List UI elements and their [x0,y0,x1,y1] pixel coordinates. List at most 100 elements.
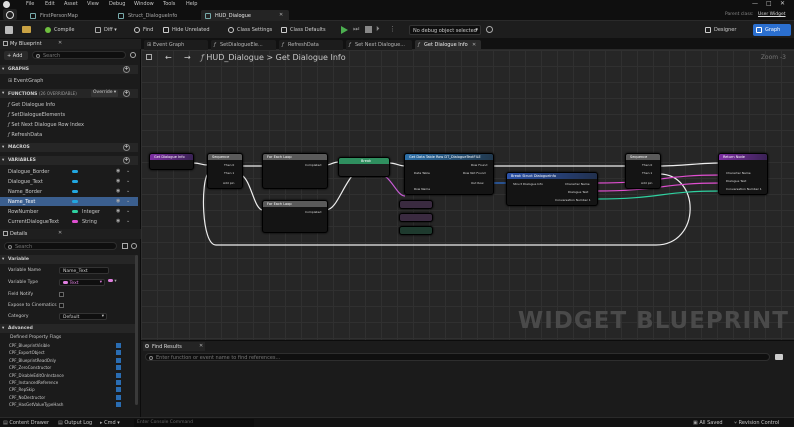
close-panel-icon[interactable]: ✕ [58,230,62,236]
stop-icon[interactable] [365,26,372,33]
node-break-struct[interactable]: Break Struct DialogueInfo Struct Dialogu… [506,172,598,206]
pin-then-0[interactable]: Then 0 [642,163,652,167]
pin-completed[interactable]: Completed [305,210,321,214]
chevron-down-icon[interactable]: ⌄ [126,188,130,194]
property-flag-checkbox[interactable] [116,357,121,363]
visibility-eye-icon[interactable]: ◉ [116,168,120,174]
more-options-icon[interactable]: ⋮ [389,25,396,33]
visibility-eye-icon[interactable]: ◉ [116,188,120,194]
pin-conversation-number[interactable]: Conversation Number 1 [726,187,762,191]
graph-item-eventgraph[interactable]: ⊞ EventGraph [0,76,138,85]
node-return[interactable]: Return Node Character Name Dialogue Text… [718,153,768,195]
add-function-icon[interactable]: + [123,90,130,97]
add-button[interactable]: + Add [4,51,28,60]
cmd-dropdown[interactable]: ▸ Cmd ▾ [100,420,120,426]
save-icon[interactable] [5,26,13,34]
visibility-eye-icon[interactable]: ◉ [116,198,120,204]
graph-tab-get-dialogue-info[interactable]: ƒ Get Dialogue Info ✕ [415,40,481,50]
visibility-eye-icon[interactable]: ◉ [116,218,120,224]
output-log-button[interactable]: ▤ Output Log [58,420,92,426]
chevron-down-icon[interactable]: ⌄ [126,178,130,184]
property-flag-checkbox[interactable] [116,350,121,356]
pin-out-row[interactable]: Out Row [471,181,484,185]
graph-tab-refresh-data[interactable]: ƒ RefreshData [279,40,343,50]
minimize-icon[interactable]: — [752,0,758,7]
override-dropdown[interactable]: Override ▾ [91,90,119,97]
close-window-icon[interactable]: ✕ [780,0,785,7]
resume-icon[interactable]: ⏵ [376,25,380,34]
field-notify-checkbox[interactable] [59,292,64,297]
chevron-down-icon[interactable]: ⌄ [126,168,130,174]
property-flag-checkbox[interactable] [116,343,121,348]
pin-add[interactable]: Add pin [223,181,234,185]
property-flag-checkbox[interactable] [116,365,121,371]
node-sequence[interactable]: Sequence Then 0 Then 1 Add pin [207,153,243,189]
graph-tab-set-dialogue-elements[interactable]: ƒ SetDialogueEle... [211,40,276,50]
function-item-set-dialogue-elements[interactable]: ƒ SetDialogueElements [0,110,138,119]
property-flag-checkbox[interactable] [116,380,121,385]
class-settings-button[interactable]: Class Settings [227,24,272,36]
node-break[interactable]: Break [338,157,390,177]
settings-gear-icon[interactable] [130,52,136,58]
chevron-down-icon[interactable]: ⌄ [126,218,130,224]
find-button[interactable]: Find [133,24,153,36]
pin-data-table[interactable]: Data Table [414,171,430,175]
close-tab-icon[interactable]: ✕ [279,12,283,18]
details-scrollbar[interactable] [135,255,138,405]
property-flag-checkbox[interactable] [116,394,121,400]
visibility-eye-icon[interactable]: ◉ [116,178,120,184]
menu-file[interactable]: File [26,1,34,7]
variable-type-select[interactable]: Text ▾ [59,279,105,286]
property-flag-checkbox[interactable] [116,372,121,378]
menu-asset[interactable]: Asset [64,1,78,7]
step-icon[interactable]: ⏭ [353,25,359,34]
pin-row-found[interactable]: Row Found [471,163,487,167]
property-flag-checkbox[interactable] [116,402,121,408]
variable-name-field[interactable]: Name_Text [59,267,109,274]
compile-button[interactable]: Compile [44,24,74,36]
node-math-op[interactable] [399,200,433,209]
play-icon[interactable] [341,26,348,34]
variable-item[interactable]: Name_Text ◉ ⌄ [0,197,138,206]
node-row-number[interactable] [399,226,433,235]
menu-debug[interactable]: Debug [109,1,125,7]
menu-help[interactable]: Help [186,1,197,7]
menu-window[interactable]: Window [134,1,154,7]
menu-edit[interactable]: Edit [45,1,55,7]
pin-then-0[interactable]: Then 0 [224,163,234,167]
category-select[interactable]: Default ▾ [59,313,107,320]
section-graphs[interactable]: ▾ GRAPHS + [0,65,138,74]
section-macros[interactable]: ▾ MACROS + [0,143,138,152]
node-math-op[interactable] [399,213,433,222]
tab-struct-dialogue-info[interactable]: Struct_DialogueInfo [114,10,181,21]
debug-search-icon[interactable] [486,26,493,33]
variable-item[interactable]: CurrentDialogueText String ◉ ⌄ [0,217,138,226]
section-advanced[interactable]: ▾ Advanced [0,324,138,333]
visibility-eye-icon[interactable]: ◉ [116,208,120,214]
section-variable[interactable]: ▾ Variable [0,255,138,264]
debug-object-select[interactable]: No debug object selected ▾ [409,25,481,35]
pin-character-name[interactable]: Character Name [726,171,751,175]
pin-character-name[interactable]: Character Name [565,182,590,186]
pin-dialogue-text[interactable]: Dialogue Text [726,179,746,183]
function-item-get-dialogue-info[interactable]: ƒ Get Dialogue Info [0,100,138,109]
hide-unrelated-button[interactable]: Hide Unrelated [162,24,210,36]
graph-canvas[interactable]: ← → ƒ HUD_Dialogue > Get Dialogue Info Z… [141,50,794,340]
all-saved-indicator[interactable]: ▣ All Saved [693,420,723,426]
function-item-set-next-dialogue-row-index[interactable]: ƒ Set Next Dialogue Row Index [0,120,138,129]
graph-tab-event-graph[interactable]: ⊞ Event Graph [144,40,208,50]
settings-gear-icon[interactable] [131,243,137,249]
add-macro-icon[interactable]: + [123,144,130,151]
unreal-logo-icon[interactable] [3,1,10,8]
browse-icon[interactable] [22,26,31,33]
pin-then-1[interactable]: Then 1 [224,171,234,175]
find-results-search-input[interactable]: Enter function or event name to find ref… [145,353,770,361]
tab-hud-dialogue[interactable]: HUD_Dialogue ✕ [201,10,289,21]
graph-button[interactable]: Graph [753,24,791,36]
parent-class-value[interactable]: User Widget [758,12,786,17]
variable-item[interactable]: RowNumber Integer ◉ ⌄ [0,207,138,216]
pin-struct-in[interactable]: Struct Dialogue Info [513,182,543,186]
container-type-select[interactable]: ▾ [108,279,120,285]
node-function-entry[interactable]: Get Dialogue Info [149,153,194,170]
chevron-down-icon[interactable]: ⌄ [126,198,130,204]
